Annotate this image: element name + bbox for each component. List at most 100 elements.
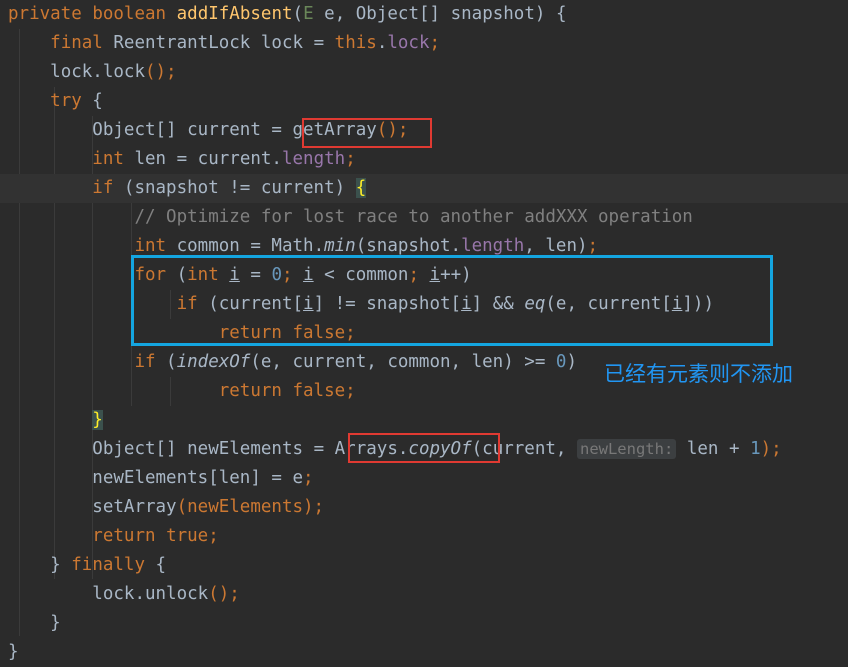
code-lines[interactable]: private boolean addIfAbsent(E e, Object[… — [0, 0, 848, 665]
code-line-8[interactable]: // Optimize for lost race to another add… — [0, 203, 848, 232]
token-local-var-i: i — [671, 294, 683, 314]
code-line-5[interactable]: Object[] current = getArray(); — [0, 116, 848, 145]
code-line-16[interactable]: Object[] newElements = Arrays.copyOf(cur… — [0, 435, 848, 464]
token-expr: ] && — [471, 294, 525, 314]
code-line-21[interactable]: lock.unlock(); — [0, 580, 848, 609]
token-operator: = — [239, 265, 272, 285]
code-line-2[interactable]: final ReentrantLock lock = this.lock; — [0, 29, 848, 58]
token-keyword-this: this — [334, 33, 377, 53]
token-args: (current, — [471, 439, 577, 459]
code-line-19[interactable]: return true; — [0, 522, 848, 551]
token-keyword-if: if — [134, 352, 156, 372]
token-keyword-for: for — [134, 265, 167, 285]
matching-brace-close: } — [92, 410, 103, 430]
token-local-var-i: i — [303, 294, 314, 314]
token-expr: newElements[len] — [92, 468, 272, 488]
token-static-method-eq: eq — [524, 294, 546, 314]
code-line-7[interactable]: if (snapshot != current) { — [0, 174, 848, 203]
token-local-var-i: i — [303, 265, 314, 285]
token-params: e, Object[] snapshot) { — [313, 4, 567, 24]
token-paren: ( — [166, 265, 188, 285]
token-semicolon: ; — [281, 265, 304, 285]
token-condition: < common — [313, 265, 409, 285]
token-increment: ++) — [440, 265, 472, 285]
token-paren: ( — [155, 352, 177, 372]
token-dot: . — [376, 33, 388, 53]
token-keyword: int — [134, 236, 167, 256]
token-semicolon: ; — [408, 265, 430, 285]
token-semicolon: ; — [587, 236, 599, 256]
token-keyword-return: return — [218, 381, 282, 401]
token-punct: (); — [376, 120, 409, 140]
code-line-4[interactable]: try { — [0, 87, 848, 116]
token-keyword: boolean — [92, 4, 167, 24]
token-brace: } — [50, 613, 61, 633]
code-line-10[interactable]: for (int i = 0; i < common; i++) — [0, 261, 848, 290]
code-line-18[interactable]: setArray(newElements); — [0, 493, 848, 522]
token-semicolon: ; — [303, 468, 314, 488]
token-generic-type: E — [303, 4, 314, 24]
token-args: len + — [676, 439, 751, 459]
token-operator: = — [313, 33, 325, 53]
code-line-1[interactable]: private boolean addIfAbsent(E e, Object[… — [0, 0, 848, 29]
token-brace: } — [8, 642, 19, 662]
code-line-15[interactable]: } — [0, 406, 848, 435]
matching-brace-open: { — [355, 178, 367, 198]
token-semicolon: ; — [208, 526, 219, 546]
token-args: , len) — [524, 236, 588, 256]
token-decl: common — [166, 236, 251, 256]
token-punct: (newElements); — [176, 497, 325, 517]
token-paren: ) — [566, 352, 577, 372]
token-literal-true: true — [166, 526, 209, 546]
token-keyword-finally: finally — [71, 555, 146, 575]
code-line-11[interactable]: if (current[i] != snapshot[i] && eq(e, c… — [0, 290, 848, 319]
token-brace: { — [145, 555, 167, 575]
token-keyword: final — [50, 33, 103, 53]
code-line-9[interactable]: int common = Math.min(snapshot.length, l… — [0, 232, 848, 261]
code-line-23[interactable]: } — [0, 638, 848, 667]
token-decl: Object[] current — [92, 120, 272, 140]
token-expr: (current[ — [197, 294, 304, 314]
token-punct: (); — [208, 584, 240, 604]
token-decl: Object[] newElements — [92, 439, 314, 459]
token-operator: = — [271, 120, 282, 140]
code-line-22[interactable]: } — [0, 609, 848, 638]
token-call-setarray: setArray — [92, 497, 177, 517]
token-static-method-indexof: indexOf — [176, 352, 251, 372]
token-decl: len — [123, 149, 177, 169]
token-args: (e, current, common, len) >= — [250, 352, 556, 372]
token-comment: // Optimize for lost race to another add… — [134, 207, 693, 227]
token-semicolon: ; — [345, 323, 356, 343]
token-args: ])) — [682, 294, 714, 314]
code-editor[interactable]: private boolean addIfAbsent(E e, Object[… — [0, 0, 848, 665]
token-punct: ); — [760, 439, 782, 459]
code-line-17[interactable]: newElements[len] = e; — [0, 464, 848, 493]
token-operator: = — [313, 439, 325, 459]
token-brace: { — [81, 91, 103, 111]
token-number: 0 — [555, 352, 567, 372]
token-field-length: length — [461, 236, 525, 256]
code-line-20[interactable]: } finally { — [0, 551, 848, 580]
token-ref: e — [281, 468, 304, 488]
token-static-method-min: min — [324, 236, 356, 256]
token-local-var-i: i — [229, 265, 240, 285]
token-keyword-return: return — [218, 323, 282, 343]
token-field-length: length — [281, 149, 346, 169]
token-semicolon: ; — [345, 149, 356, 169]
token-ref: current. — [187, 149, 282, 169]
code-line-3[interactable]: lock.lock(); — [0, 58, 848, 87]
token-punct: (); — [144, 62, 177, 82]
code-line-6[interactable]: int len = current.length; — [0, 145, 848, 174]
token-call: lock.lock — [50, 62, 145, 82]
code-line-12[interactable]: return false; — [0, 319, 848, 348]
token-expr: ] != snapshot[ — [313, 294, 462, 314]
inline-parameter-hint: newLength: — [576, 439, 677, 459]
token-method-name: addIfAbsent — [176, 4, 293, 24]
